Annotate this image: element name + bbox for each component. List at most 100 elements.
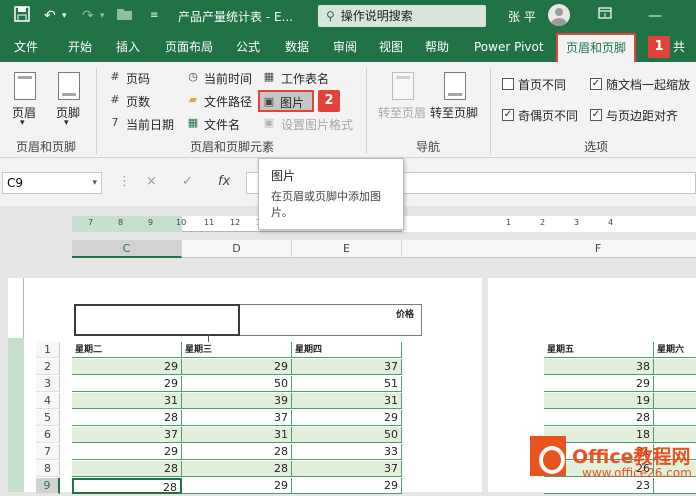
table-cell[interactable]: 37 xyxy=(72,427,182,443)
table-cell[interactable]: 37 xyxy=(292,461,402,477)
table-cell[interactable] xyxy=(654,359,696,375)
footer-icon[interactable] xyxy=(58,72,80,100)
table-header-cell[interactable]: 星期四 xyxy=(292,342,402,358)
step-badge-1: 1 xyxy=(648,36,670,58)
step-badge-2: 2 xyxy=(318,90,340,112)
table-header-cell[interactable]: 星期三 xyxy=(182,342,292,358)
table-cell[interactable]: 29 xyxy=(72,359,182,375)
odd-even-checkbox[interactable]: ✓ xyxy=(502,109,514,121)
table-cell[interactable]: 51 xyxy=(292,376,402,392)
goto-header-button[interactable]: 转至页眉 xyxy=(378,104,426,121)
tab-help[interactable]: 帮助 xyxy=(425,32,449,62)
tooltip-title: 图片 xyxy=(271,169,296,183)
search-input[interactable]: ⚲ 操作说明搜索 xyxy=(318,5,486,27)
table-cell[interactable] xyxy=(654,393,696,409)
row-header[interactable]: 7 xyxy=(36,444,60,460)
picture-icon: ▣ xyxy=(263,95,275,108)
current-date-button[interactable]: 当前日期 xyxy=(126,116,174,133)
table-cell[interactable]: 28 xyxy=(72,410,182,426)
table-cell[interactable]: 28 xyxy=(72,461,182,477)
share-button[interactable]: 共享 xyxy=(673,32,696,84)
goto-footer-button[interactable]: 转至页脚 xyxy=(430,104,478,121)
undo-icon[interactable]: ↶ xyxy=(44,6,56,26)
tab-page-layout[interactable]: 页面布局 xyxy=(165,32,213,62)
enter-icon[interactable]: ✓ xyxy=(182,174,193,189)
table-cell[interactable]: 50 xyxy=(292,427,402,443)
tab-file[interactable]: 文件 xyxy=(14,32,38,62)
file-path-button[interactable]: 文件路径 xyxy=(204,93,252,110)
table-cell[interactable]: 29 xyxy=(72,376,182,392)
table-cell[interactable]: 37 xyxy=(182,410,292,426)
header-icon[interactable] xyxy=(14,72,36,100)
tab-review[interactable]: 审阅 xyxy=(333,32,357,62)
table-header-cell[interactable]: 星期五 xyxy=(544,342,654,358)
minimize-icon[interactable]: — xyxy=(648,6,662,26)
table-cell[interactable]: 29 xyxy=(72,444,182,460)
footer-dropdown-icon[interactable]: ▾ xyxy=(64,118,69,128)
column-header-e[interactable]: E xyxy=(292,240,402,258)
scale-checkbox[interactable]: ✓ xyxy=(590,78,602,90)
header-section-right[interactable]: 价格 xyxy=(240,304,422,336)
align-checkbox[interactable]: ✓ xyxy=(590,109,602,121)
table-cell[interactable]: 50 xyxy=(182,376,292,392)
save-icon[interactable] xyxy=(14,6,30,28)
table-cell[interactable]: 31 xyxy=(182,427,292,443)
table-cell[interactable]: 33 xyxy=(292,444,402,460)
undo-dropdown-icon[interactable]: ▾ xyxy=(62,6,67,26)
row-header[interactable]: 4 xyxy=(36,393,60,409)
sheet-name-button[interactable]: 工作表名 xyxy=(281,70,329,87)
row-header[interactable]: 8 xyxy=(36,461,60,477)
picture-button[interactable]: ▣ 图片 xyxy=(258,90,314,112)
cancel-icon[interactable]: × xyxy=(146,174,157,189)
page-count-button[interactable]: 页数 xyxy=(126,93,150,110)
ribbon-display-icon[interactable] xyxy=(598,6,612,26)
table-cell[interactable]: 29 xyxy=(292,410,402,426)
avatar[interactable] xyxy=(548,4,570,26)
tab-home[interactable]: 开始 xyxy=(68,32,92,62)
column-header-f[interactable]: F xyxy=(488,240,696,258)
tab-insert[interactable]: 插入 xyxy=(116,32,140,62)
table-header-cell[interactable]: 星期六 xyxy=(654,342,696,358)
chevron-down-icon[interactable]: ▾ xyxy=(92,173,97,193)
column-header-c[interactable]: C xyxy=(72,240,182,258)
format-picture-button[interactable]: 设置图片格式 xyxy=(281,116,353,133)
name-box[interactable]: C9 ▾ xyxy=(2,172,102,194)
customize-icon[interactable]: ≡ xyxy=(150,6,158,26)
table-cell[interactable]: 29 xyxy=(544,376,654,392)
open-icon[interactable] xyxy=(116,6,134,28)
row-header[interactable]: 2 xyxy=(36,359,60,375)
row-header[interactable]: 6 xyxy=(36,427,60,443)
table-cell[interactable]: 39 xyxy=(182,393,292,409)
table-cell[interactable]: 28 xyxy=(544,410,654,426)
user-name[interactable]: 张 平 xyxy=(508,8,536,25)
header-dropdown-icon[interactable]: ▾ xyxy=(20,118,25,128)
column-header-d[interactable]: D xyxy=(182,240,292,258)
table-cell[interactable]: 28 xyxy=(182,461,292,477)
row-header[interactable]: 1 xyxy=(36,342,60,358)
tab-header-footer[interactable]: 页眉和页脚 xyxy=(556,33,637,62)
table-cell[interactable]: 31 xyxy=(72,393,182,409)
tab-data[interactable]: 数据 xyxy=(285,32,309,62)
page-number-button[interactable]: 页码 xyxy=(126,70,150,87)
table-cell[interactable]: 28 xyxy=(182,444,292,460)
table-cell[interactable]: 19 xyxy=(544,393,654,409)
header-section-left[interactable] xyxy=(74,304,240,350)
redo-dropdown-icon[interactable]: ▾ xyxy=(100,6,105,26)
insert-function-icon[interactable]: fx xyxy=(218,174,230,189)
table-cell[interactable] xyxy=(654,376,696,392)
table-cell[interactable] xyxy=(654,410,696,426)
table-cell[interactable]: 38 xyxy=(544,359,654,375)
tab-formulas[interactable]: 公式 xyxy=(236,32,260,62)
table-cell[interactable]: 29 xyxy=(182,359,292,375)
first-page-checkbox[interactable] xyxy=(502,78,514,90)
file-name-button[interactable]: 文件名 xyxy=(204,116,240,133)
table-cell[interactable]: 31 xyxy=(292,393,402,409)
redo-icon[interactable]: ↷ xyxy=(82,6,94,26)
table-cell[interactable]: 37 xyxy=(292,359,402,375)
tab-view[interactable]: 视图 xyxy=(379,32,403,62)
table-header-cell[interactable]: 星期二 xyxy=(72,342,182,358)
row-header[interactable]: 3 xyxy=(36,376,60,392)
current-time-button[interactable]: 当前时间 xyxy=(204,70,252,87)
row-header[interactable]: 5 xyxy=(36,410,60,426)
tab-power-pivot[interactable]: Power Pivot xyxy=(474,32,544,62)
